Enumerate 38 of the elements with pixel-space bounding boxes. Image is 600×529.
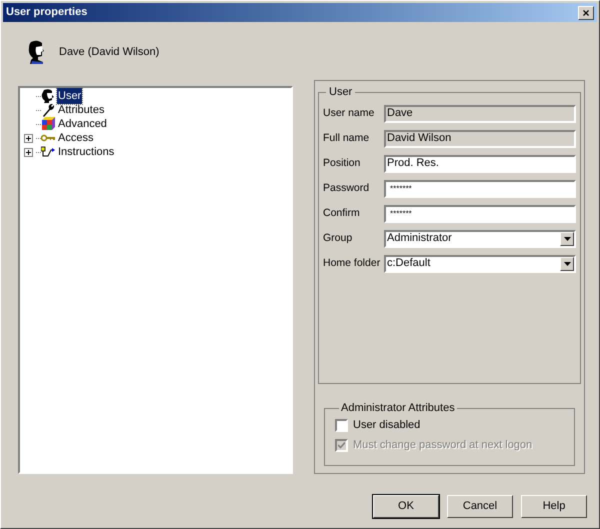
dialog-button[interactable]: Help [521, 495, 587, 518]
dropdown[interactable]: Administrator [384, 230, 576, 248]
password-field[interactable]: ******* [384, 180, 576, 198]
tree-item[interactable]: Instructions [57, 144, 116, 160]
tree-item[interactable]: Advanced [57, 116, 108, 132]
person-icon [27, 40, 47, 64]
checkbox-label: Must change password at next logon [353, 438, 532, 453]
dialog-button[interactable]: Cancel [447, 495, 513, 518]
group-title: User [328, 85, 354, 100]
input-field[interactable]: Prod. Res. [384, 154, 576, 172]
field-label: Password [323, 180, 370, 196]
checkbox-label: User disabled [353, 418, 420, 433]
field-label: Group [323, 230, 354, 246]
expand-icon[interactable] [24, 148, 32, 156]
user-title: Dave (David Wilson) [59, 44, 160, 60]
field-label: Confirm [323, 206, 361, 221]
field-label: User name [323, 106, 376, 121]
field-label: Home folder [323, 256, 382, 271]
dialog-button[interactable]: OK [373, 495, 439, 518]
readonly-field[interactable]: David Wilson [384, 130, 576, 148]
check-icon [338, 442, 345, 448]
person-icon [41, 89, 55, 103]
tree-item[interactable]: User [57, 88, 82, 104]
readonly-field[interactable]: Dave [384, 104, 576, 122]
password-field[interactable]: ******* [384, 204, 576, 222]
wrench-icon [41, 103, 55, 117]
close-button[interactable]: × [578, 6, 594, 20]
field-label: Full name [323, 130, 370, 146]
expand-icon[interactable] [24, 134, 32, 142]
window-title: User properties [6, 5, 88, 20]
tree-item[interactable]: Attributes [57, 102, 106, 118]
flow-icon [41, 145, 55, 159]
checkbox[interactable] [335, 418, 348, 432]
dropdown[interactable]: c:Default [384, 254, 576, 272]
group-title: Administrator Attributes [340, 401, 456, 416]
cube-icon [41, 117, 55, 131]
tree-item[interactable]: Access [57, 130, 94, 146]
field-label: Position [323, 156, 362, 171]
